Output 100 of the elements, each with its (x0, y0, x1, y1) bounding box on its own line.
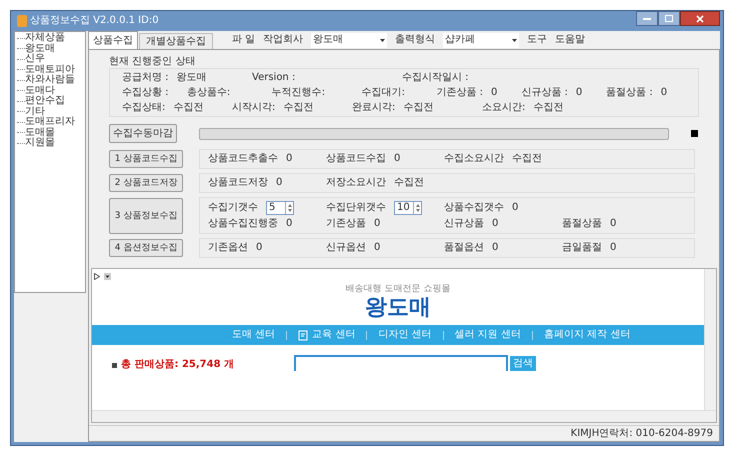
tree-item[interactable]: 도매다 (25, 86, 55, 96)
field-value: 0 (610, 242, 616, 254)
field-value: 0 (286, 153, 292, 165)
status-value: 0 (576, 86, 582, 98)
field-label: 저장소요시간 (326, 177, 386, 189)
total-products: 총 판매상품: 25,748 개 (121, 359, 234, 371)
step-button[interactable]: 2 상품코드저장 (109, 174, 183, 192)
step-button[interactable]: 1 상품코드수집 (109, 150, 183, 168)
tab[interactable]: 개별상품수집 (139, 33, 213, 49)
tree-item[interactable]: 신우 (25, 54, 45, 64)
dropdown-icon[interactable] (104, 272, 111, 280)
tree-item[interactable]: 편안수집 (25, 96, 65, 106)
field-label: 상품수집갯수 (444, 202, 504, 214)
field-label: 기존옵션 (208, 242, 248, 254)
tree-item[interactable]: 왕도매 (25, 44, 55, 54)
tab[interactable]: 상품수집 (88, 31, 138, 49)
horizontal-scrollbar[interactable] (92, 410, 716, 422)
minimize-button[interactable] (636, 11, 658, 26)
tagline: 배송대행 도매전문 쇼핑몰 (346, 283, 450, 295)
field-value: 0 (286, 218, 292, 230)
vertical-scrollbar[interactable] (704, 269, 716, 410)
field-value: 수집전 (512, 153, 542, 165)
status-label: 수집상태: (122, 102, 166, 114)
status-label: 소요시간: (482, 102, 526, 114)
field-label: 품절옵션 (444, 242, 484, 254)
field-label: 상품코드수집 (326, 153, 386, 165)
step-button[interactable]: 4 옵션정보수집 (109, 239, 183, 257)
group-title: 현재 진행중인 상태 (109, 56, 196, 68)
tree-item[interactable]: 도매몰 (25, 128, 55, 138)
search-field[interactable] (294, 355, 508, 371)
tree-item[interactable]: 차와사람들 (25, 75, 75, 86)
manual-close-button[interactable]: 수집수동마감 (109, 124, 177, 143)
field-value: 0 (276, 177, 282, 189)
help-menu[interactable]: 도움말 (555, 34, 586, 46)
maximize-button[interactable] (658, 11, 680, 26)
field-value: 0 (512, 202, 518, 214)
tools-menu[interactable]: 도구 (527, 34, 548, 46)
field-label: 금일품절 (562, 242, 602, 254)
status-value: 왕도매 (176, 72, 207, 84)
field-value: 수집전 (394, 177, 424, 189)
app-icon (17, 15, 27, 27)
file-menu[interactable]: 파 일 (232, 34, 256, 46)
status-value: 수집전 (283, 102, 314, 114)
close-icon (696, 14, 704, 22)
status-label: 완료시각: (352, 102, 396, 114)
status-label: 공급처명 : (122, 72, 169, 84)
minimize-icon (643, 17, 651, 20)
field-value: 0 (492, 218, 498, 230)
close-button[interactable] (680, 11, 720, 26)
maximize-icon (665, 15, 673, 22)
field-label: 수집단위갯수 (326, 202, 386, 214)
field-label: 수집소요시간 (444, 153, 504, 165)
notepad-icon (298, 330, 310, 340)
status-label: 기존상품 : (436, 86, 484, 98)
stop-square-icon (691, 130, 698, 137)
tree-item[interactable]: 도매토피아 (25, 64, 75, 75)
status-value: 0 (491, 86, 498, 98)
status-value: 0 (660, 86, 668, 98)
field-label: 신규옵션 (326, 242, 366, 254)
status-label: 총상품수: (186, 86, 230, 98)
field-label: 상품코드추출수 (208, 153, 278, 165)
spin-arrows-icon[interactable] (413, 202, 421, 214)
status-label: 시작시각: (232, 102, 276, 114)
status-label: Version : (252, 72, 296, 84)
field-value: 0 (256, 242, 262, 254)
status-label: 수집시작일시 : (402, 72, 469, 84)
spin-arrows-icon[interactable] (285, 202, 293, 214)
window-title: 상품정보수집 V2.0.0.1 ID:0 (30, 15, 159, 27)
field-value: 0 (374, 242, 380, 254)
field-label: 수집기갯수 (208, 202, 258, 214)
tree-item[interactable]: 기타 (25, 106, 45, 117)
field-label: 기존상품 (326, 218, 366, 230)
output-label: 출력형식 (395, 34, 436, 46)
spinner-field[interactable]: 10 (394, 201, 422, 215)
status-label: 누적진행수: (272, 86, 326, 98)
status-label: 신규상품 : (521, 86, 568, 98)
status-value: 수집전 (173, 102, 204, 114)
status-value: 수집전 (533, 102, 564, 114)
status-label: 품절상품 : (606, 86, 653, 98)
status-label: 수집상황 : (122, 86, 169, 98)
site-logo[interactable]: 왕도매 (365, 295, 431, 321)
play-icon[interactable] (94, 272, 100, 280)
field-label: 상품수집진행중 (208, 218, 278, 230)
company-dropdown[interactable]: 왕도매 (311, 32, 388, 48)
contact-text: KIMJH연락처: 010-6204-8979 (570, 428, 713, 440)
caret-icon (380, 38, 386, 42)
status-value: 수집전 (403, 102, 434, 114)
tree-item[interactable]: 지원몰 (25, 138, 55, 148)
field-value: 0 (610, 218, 616, 230)
field-label: 품절상품 (562, 218, 602, 230)
field-label: 신규상품 (444, 218, 484, 230)
spinner-field[interactable]: 5 (266, 201, 294, 215)
output-dropdown[interactable]: 샵카페 (443, 32, 520, 48)
status-label: 수집대기: (362, 86, 405, 98)
tree-item[interactable]: 자체상품 (25, 33, 65, 44)
step-button[interactable]: 3 상품정보수집 (109, 198, 183, 234)
field-label: 상품코드저장 (208, 177, 268, 189)
field-value: 0 (492, 242, 498, 254)
field-value: 0 (374, 218, 380, 230)
tree-item[interactable]: 도매프리자 (25, 117, 75, 128)
